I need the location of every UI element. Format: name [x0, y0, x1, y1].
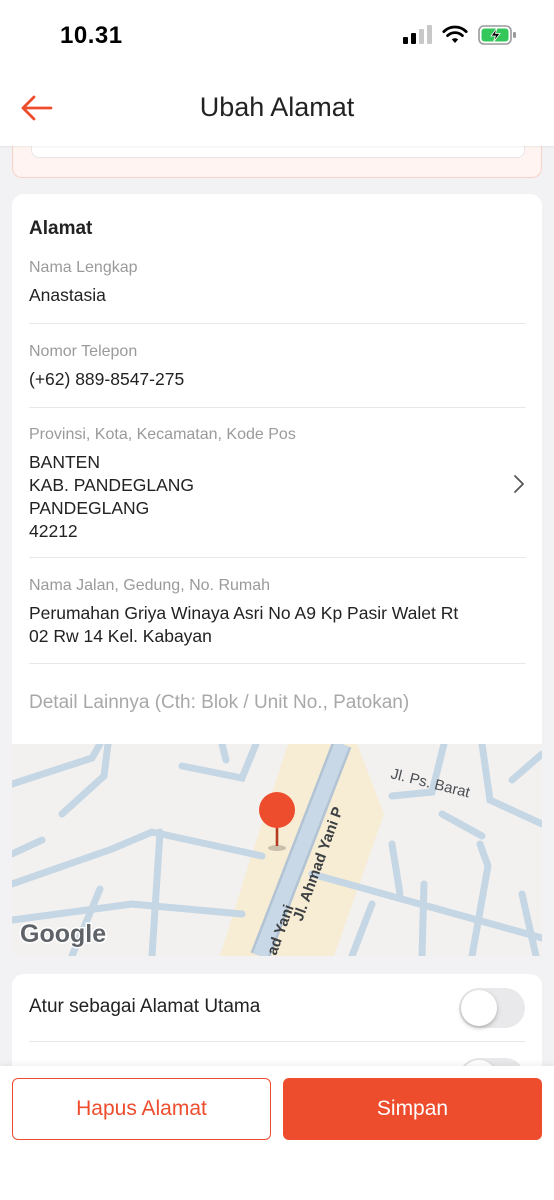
save-button[interactable]: Simpan	[283, 1078, 542, 1140]
street-label: Nama Jalan, Gedung, No. Rumah	[29, 577, 271, 594]
header: Ubah Alamat	[0, 72, 554, 146]
primary-address-label: Atur sebagai Alamat Utama	[29, 996, 261, 1017]
google-logo: Google	[20, 920, 106, 948]
region-field[interactable]: Provinsi, Kota, Kecamatan, Kode Pos BANT…	[29, 425, 526, 558]
location-map[interactable]: Jl. Ahmad Yani P ad Yani Jl. Ps. Barat G…	[12, 744, 542, 956]
primary-address-toggle[interactable]	[459, 988, 525, 1028]
phone-field[interactable]: Nomor Telepon (+62) 889-8547-275	[29, 342, 526, 408]
primary-address-row: Atur sebagai Alamat Utama	[29, 974, 525, 1042]
status-icons	[402, 24, 518, 46]
address-card: Alamat Nama Lengkap Anastasia Nomor Tele…	[12, 194, 542, 746]
street-value[interactable]: Perumahan Griya Winaya Asri No A9 Kp Pas…	[29, 602, 526, 648]
chevron-right-icon	[514, 475, 524, 493]
name-label: Nama Lengkap	[29, 259, 138, 276]
status-bar: 10.31	[0, 0, 554, 72]
name-field[interactable]: Nama Lengkap Anastasia	[29, 258, 526, 324]
cellular-signal-icon	[403, 25, 432, 44]
map-canvas: Jl. Ahmad Yani P ad Yani Jl. Ps. Barat G…	[12, 744, 542, 956]
page-title: Ubah Alamat	[199, 92, 355, 122]
wifi-icon	[442, 25, 468, 43]
name-value[interactable]: Anastasia	[29, 284, 526, 307]
street-field[interactable]: Nama Jalan, Gedung, No. Rumah Perumahan …	[29, 576, 526, 664]
battery-charging-icon	[478, 25, 516, 45]
section-title: Alamat	[29, 218, 93, 239]
region-value: BANTEN KAB. PANDEGLANG PANDEGLANG 42212	[29, 452, 195, 541]
detail-input[interactable]: Detail Lainnya (Cth: Blok / Unit No., Pa…	[29, 692, 409, 714]
toggle-knob	[461, 990, 497, 1026]
bottom-action-bar: Hapus Alamat Simpan	[0, 1066, 554, 1200]
phone-value[interactable]: (+62) 889-8547-275	[29, 368, 526, 391]
phone-label: Nomor Telepon	[29, 343, 138, 360]
region-label: Provinsi, Kota, Kecamatan, Kode Pos	[29, 426, 296, 443]
status-time: 10.31	[60, 22, 123, 49]
delete-address-button[interactable]: Hapus Alamat	[12, 1078, 271, 1140]
